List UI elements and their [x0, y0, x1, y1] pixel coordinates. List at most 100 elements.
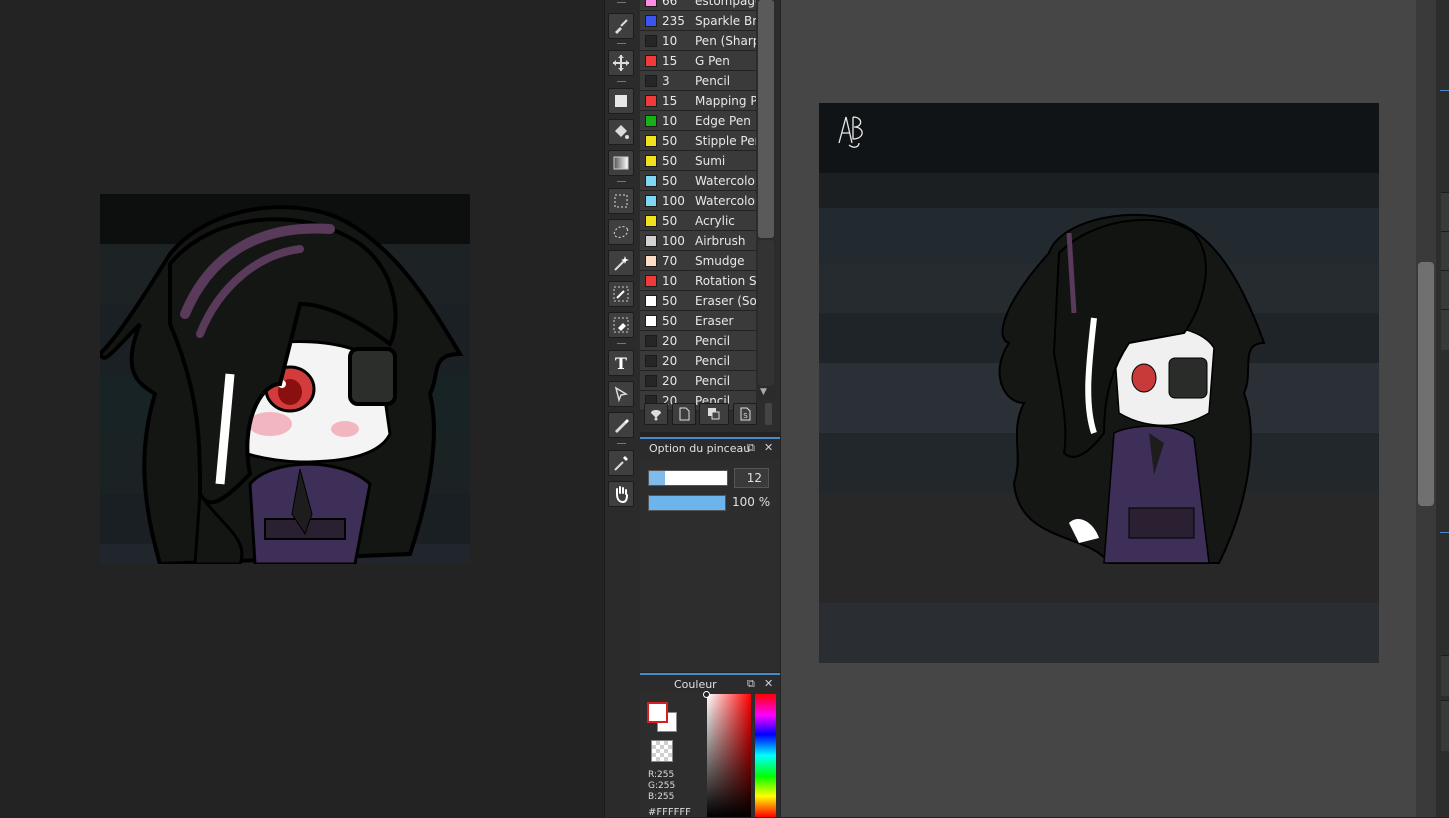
polygon-select-icon[interactable]	[608, 381, 634, 407]
brush-size: 50	[662, 134, 678, 148]
brush-opacity-slider[interactable]	[648, 495, 726, 511]
brush-name: Airbrush	[695, 234, 746, 248]
brush-size: 100	[662, 234, 685, 248]
brush-icon[interactable]	[608, 13, 634, 39]
undock-icon[interactable]: ⧉	[747, 677, 755, 691]
brush-color-swatch	[645, 15, 657, 27]
panel-grip[interactable]	[765, 403, 772, 425]
canvas-scroll-thumb[interactable]	[1418, 262, 1434, 506]
brush-item[interactable]: 235 Sparkle Brush	[640, 11, 756, 31]
color-panel-header: Couleur ⧉ ✕	[640, 673, 780, 695]
layer-row[interactable]	[1441, 192, 1449, 231]
brush-item[interactable]: 20 Pencil	[640, 371, 756, 391]
brush-item[interactable]: 20 Pencil	[640, 331, 756, 351]
eyedropper-icon[interactable]	[608, 450, 634, 476]
duplicate-brush-button[interactable]	[699, 403, 729, 425]
brush-name: Watercolor	[695, 174, 756, 188]
brush-size: 100	[662, 194, 685, 208]
toolbar-separator	[617, 43, 626, 44]
brush-item[interactable]: 50 Eraser (Soft)	[640, 291, 756, 311]
layer-row[interactable]	[1441, 309, 1449, 350]
brush-menu-button[interactable]	[644, 403, 668, 425]
brush-name: Pencil	[695, 334, 731, 348]
magic-wand-icon[interactable]	[608, 250, 634, 276]
brush-color-swatch	[645, 275, 657, 287]
layer-row[interactable]	[1441, 700, 1449, 751]
svg-text:T: T	[615, 354, 627, 372]
foreground-color-swatch[interactable]	[647, 702, 668, 723]
brush-color-swatch	[645, 0, 657, 7]
rect-select-icon[interactable]	[608, 188, 634, 214]
saturation-value-picker[interactable]	[707, 694, 751, 817]
brush-item[interactable]: 10 Rotation Sym	[640, 271, 756, 291]
layer-row[interactable]	[1441, 270, 1449, 309]
brush-color-swatch	[645, 255, 657, 267]
brush-list-scroll-track[interactable]	[758, 240, 774, 386]
scroll-down-arrow-icon[interactable]: ▼	[760, 387, 767, 397]
brush-item[interactable]: 10 Edge Pen	[640, 111, 756, 131]
transparent-color-swatch[interactable]	[651, 740, 673, 762]
brush-name: Edge Pen	[695, 114, 751, 128]
brush-name: Pencil	[695, 354, 731, 368]
brush-size: 10	[662, 114, 678, 128]
brush-name: Acrylic	[695, 214, 735, 228]
brush-item[interactable]: 50 Acrylic	[640, 211, 756, 231]
brush-list-scroll-thumb[interactable]	[758, 0, 774, 238]
gradient-icon[interactable]	[608, 150, 634, 176]
reference-image	[100, 194, 470, 564]
drawing-canvas[interactable]	[819, 103, 1379, 663]
color-panel-title: Couleur	[674, 678, 717, 691]
brush-item[interactable]: 20 Pencil	[640, 351, 756, 371]
brush-name: Stipple Pen	[695, 134, 756, 148]
brush-name: Sparkle Brush	[695, 14, 756, 28]
layer-row[interactable]	[1441, 655, 1449, 696]
brush-item[interactable]: 15 G Pen	[640, 51, 756, 71]
fill-bucket-icon[interactable]	[608, 119, 634, 145]
brush-item[interactable]: 3 Pencil	[640, 71, 756, 91]
brush-item[interactable]: 10 Pen (Sharp)	[640, 31, 756, 51]
brush-color-swatch	[645, 175, 657, 187]
select-pen-icon[interactable]	[608, 281, 634, 307]
close-icon[interactable]: ✕	[764, 441, 773, 454]
brush-item[interactable]: 70 Smudge	[640, 251, 756, 271]
brush-option-title: Option du pinceau	[649, 442, 751, 455]
brush-size: 10	[662, 274, 678, 288]
brush-settings-button[interactable]: S	[733, 403, 757, 425]
brush-item[interactable]: 15 Mapping Pen	[640, 91, 756, 111]
brush-size: 50	[662, 294, 678, 308]
brush-size-value[interactable]: 12	[734, 468, 769, 488]
brush-item[interactable]: 50 Sumi	[640, 151, 756, 171]
layer-row[interactable]	[1441, 231, 1449, 270]
lasso-select-icon[interactable]	[608, 219, 634, 245]
undock-icon[interactable]: ⧉	[747, 441, 755, 455]
eraser-pen-icon[interactable]	[608, 412, 634, 438]
brush-size: 50	[662, 214, 678, 228]
brush-item[interactable]: 50 Stipple Pen	[640, 131, 756, 151]
select-eraser-icon[interactable]	[608, 312, 634, 338]
brush-item[interactable]: 66 estompage	[640, 0, 756, 11]
brush-item[interactable]: 50 Eraser	[640, 311, 756, 331]
brush-name: Mapping Pen	[695, 94, 756, 108]
brush-color-swatch	[645, 155, 657, 167]
brush-color-swatch	[645, 375, 657, 387]
brush-color-swatch	[645, 95, 657, 107]
brush-name: Sumi	[695, 154, 726, 168]
brush-color-swatch	[645, 135, 657, 147]
rectangle-icon[interactable]	[608, 88, 634, 114]
hue-slider[interactable]	[755, 694, 776, 817]
brush-name: Rotation Sym	[695, 274, 756, 288]
brush-name: Pen (Sharp)	[695, 34, 756, 48]
brush-item[interactable]: 50 Watercolor	[640, 171, 756, 191]
text-icon[interactable]: T	[608, 350, 634, 376]
brush-color-swatch	[645, 195, 657, 207]
close-icon[interactable]: ✕	[764, 677, 773, 690]
color-picker-cursor[interactable]	[703, 691, 710, 698]
brush-name: Watercolor	[695, 194, 756, 208]
brush-color-swatch	[645, 315, 657, 327]
move-icon[interactable]	[608, 50, 634, 76]
brush-item[interactable]: 100 Watercolor	[640, 191, 756, 211]
brush-color-swatch	[645, 115, 657, 127]
new-brush-button[interactable]	[672, 403, 696, 425]
brush-item[interactable]: 100 Airbrush	[640, 231, 756, 251]
hand-icon[interactable]	[608, 481, 634, 507]
